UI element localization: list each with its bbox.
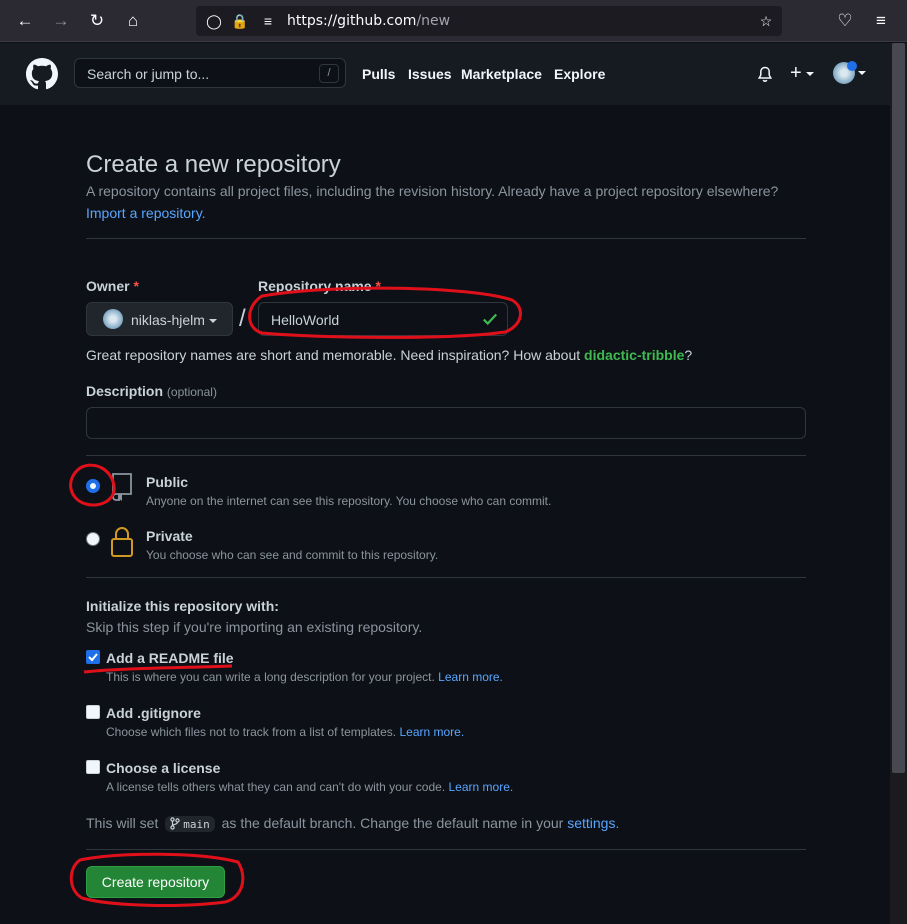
permissions-icon[interactable]: ≡ <box>258 11 278 31</box>
avatar-status-dot <box>847 61 857 71</box>
repo-name-label: Repository name * <box>258 278 381 294</box>
repo-name-input[interactable]: HelloWorld <box>258 302 508 336</box>
public-repo-icon <box>112 473 132 501</box>
public-desc: Anyone on the internet can see this repo… <box>146 494 552 508</box>
visibility-private-radio[interactable] <box>86 532 100 546</box>
scrollbar-thumb[interactable] <box>892 43 905 773</box>
name-suggestion-link[interactable]: didactic-tribble <box>584 347 684 363</box>
nav-issues[interactable]: Issues <box>408 66 452 82</box>
github-logo-icon[interactable] <box>26 58 58 90</box>
readme-checkbox[interactable] <box>86 650 100 664</box>
back-icon[interactable]: ← <box>14 10 36 32</box>
import-repo-link[interactable]: Import a repository. <box>86 205 206 221</box>
description-input[interactable] <box>86 407 806 439</box>
scrollbar[interactable] <box>890 43 907 924</box>
valid-check-icon <box>483 313 498 326</box>
search-input[interactable]: Search or jump to... / <box>74 58 346 88</box>
private-desc: You choose who can see and commit to thi… <box>146 548 439 562</box>
search-placeholder: Search or jump to... <box>87 66 210 82</box>
nav-marketplace[interactable]: Marketplace <box>461 66 542 82</box>
readme-learn-more-link[interactable]: Learn more. <box>438 670 503 684</box>
divider <box>86 849 806 850</box>
private-title[interactable]: Private <box>146 528 193 544</box>
checkmark-icon <box>88 653 98 662</box>
address-bar[interactable]: ◯ 🔒 ≡ https://github.com/new ☆ <box>196 6 782 36</box>
branch-name-pill: main <box>165 816 215 832</box>
gitignore-desc: Choose which files not to track from a l… <box>106 725 465 739</box>
settings-link[interactable]: settings <box>567 815 615 831</box>
nav-pulls[interactable]: Pulls <box>362 66 395 82</box>
create-new-plus-icon[interactable]: + <box>790 62 814 85</box>
github-header: Search or jump to... / Pulls Issues Mark… <box>0 43 890 105</box>
lock-icon <box>111 527 133 557</box>
pocket-icon[interactable]: ♡ <box>834 10 856 32</box>
bookmark-star-icon[interactable]: ☆ <box>756 11 776 31</box>
page-title: Create a new repository <box>86 151 341 178</box>
repo-name-hint: Great repository names are short and mem… <box>86 347 693 363</box>
license-learn-more-link[interactable]: Learn more. <box>449 780 514 794</box>
avatar-caret-icon[interactable] <box>858 71 866 75</box>
gitignore-title[interactable]: Add .gitignore <box>106 705 201 721</box>
divider <box>86 577 806 578</box>
description-label: Description (optional) <box>86 383 217 399</box>
owner-name: niklas-hjelm <box>131 312 217 328</box>
license-title[interactable]: Choose a license <box>106 760 220 776</box>
init-subtext: Skip this step if you're importing an ex… <box>86 619 423 635</box>
home-icon[interactable]: ⌂ <box>122 10 144 32</box>
search-shortcut-badge: / <box>319 64 339 83</box>
repo-name-value: HelloWorld <box>271 312 340 328</box>
init-heading: Initialize this repository with: <box>86 598 279 614</box>
license-desc: A license tells others what they can and… <box>106 780 514 794</box>
git-branch-icon <box>170 817 180 830</box>
forward-icon[interactable]: → <box>50 10 72 32</box>
visibility-public-radio[interactable] <box>86 479 100 493</box>
nav-explore[interactable]: Explore <box>554 66 605 82</box>
page-subtitle: A repository contains all project files,… <box>86 183 779 199</box>
shield-icon[interactable]: ◯ <box>204 11 224 31</box>
menu-icon[interactable]: ≡ <box>870 10 892 32</box>
browser-toolbar: ← → ↻ ⌂ ◯ 🔒 ≡ https://github.com/new ☆ ♡… <box>0 0 907 42</box>
divider <box>86 238 806 239</box>
reload-icon[interactable]: ↻ <box>86 10 108 32</box>
public-title[interactable]: Public <box>146 474 188 490</box>
license-checkbox[interactable] <box>86 760 100 774</box>
gitignore-learn-more-link[interactable]: Learn more. <box>399 725 464 739</box>
notifications-bell-icon[interactable] <box>757 66 773 83</box>
url-text[interactable]: https://github.com/new <box>287 13 450 29</box>
divider <box>86 455 806 456</box>
owner-caret-icon <box>208 319 217 324</box>
readme-desc: This is where you can write a long descr… <box>106 670 503 684</box>
lock-icon[interactable]: 🔒 <box>230 11 250 31</box>
default-branch-note: This will set main as the default branch… <box>86 815 620 832</box>
owner-repo-separator: / <box>239 305 246 332</box>
owner-select[interactable]: niklas-hjelm <box>86 302 233 336</box>
readme-title[interactable]: Add a README file <box>106 650 234 666</box>
owner-label: Owner * <box>86 278 139 294</box>
owner-avatar <box>103 309 123 329</box>
create-repository-button[interactable]: Create repository <box>86 866 225 898</box>
gitignore-checkbox[interactable] <box>86 705 100 719</box>
